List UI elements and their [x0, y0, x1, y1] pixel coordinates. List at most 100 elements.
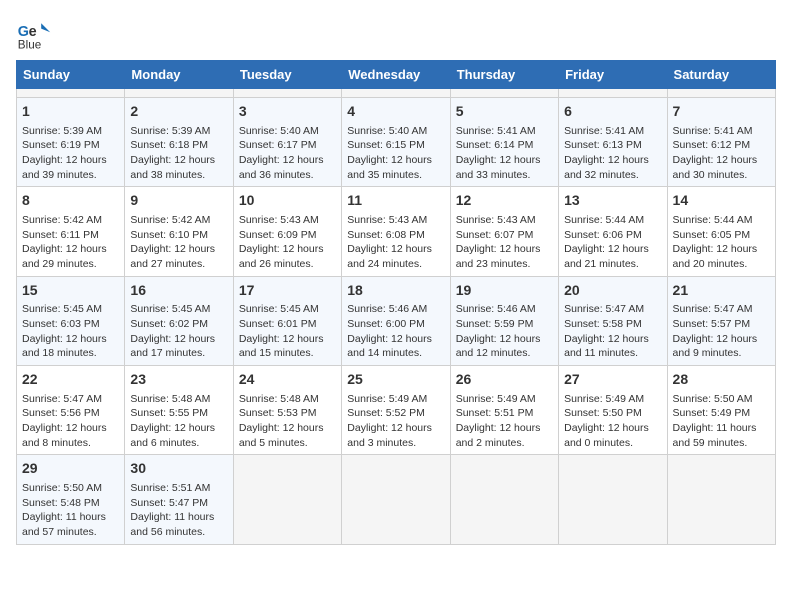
calendar-cell: 20Sunrise: 5:47 AMSunset: 5:58 PMDayligh…	[559, 276, 667, 365]
calendar-cell	[667, 89, 775, 98]
calendar-cell: 27Sunrise: 5:49 AMSunset: 5:50 PMDayligh…	[559, 366, 667, 455]
day-number: 24	[239, 370, 336, 390]
calendar-cell: 24 Sunrise: 5:48 AMSunset: 5:53 PMDayligh…	[233, 366, 341, 455]
calendar-cell	[233, 455, 341, 544]
day-number: 13	[564, 191, 661, 211]
calendar-header-row: SundayMondayTuesdayWednesdayThursdayFrid…	[17, 61, 776, 89]
calendar-cell: 5 Sunrise: 5:41 AMSunset: 6:14 PMDaylight…	[450, 98, 558, 187]
day-info: Sunrise: 5:48 AMSunset: 5:55 PMDaylight:…	[130, 393, 215, 449]
day-info: Sunrise: 5:41 AMSunset: 6:14 PMDaylight:…	[456, 125, 541, 181]
calendar-cell: 16Sunrise: 5:45 AMSunset: 6:02 PMDayligh…	[125, 276, 233, 365]
weekday-header: Saturday	[667, 61, 775, 89]
calendar-cell	[233, 89, 341, 98]
calendar-cell: 29 Sunrise: 5:50 AMSunset: 5:48 PMDayligh…	[17, 455, 125, 544]
day-info: Sunrise: 5:46 AMSunset: 5:59 PMDaylight:…	[456, 303, 541, 359]
day-info: Sunrise: 5:46 AMSunset: 6:00 PMDaylight:…	[347, 303, 432, 359]
calendar-cell	[667, 455, 775, 544]
day-info: Sunrise: 5:49 AMSunset: 5:51 PMDaylight:…	[456, 393, 541, 449]
calendar-cell	[125, 89, 233, 98]
calendar-cell: 23 Sunrise: 5:48 AMSunset: 5:55 PMDayligh…	[125, 366, 233, 455]
day-info: Sunrise: 5:48 AMSunset: 5:53 PMDaylight:…	[239, 393, 324, 449]
calendar-cell: 3Sunrise: 5:40 AMSunset: 6:17 PMDaylight…	[233, 98, 341, 187]
day-number: 22	[22, 370, 119, 390]
day-info: Sunrise: 5:47 AMSunset: 5:58 PMDaylight:…	[564, 303, 649, 359]
day-number: 23	[130, 370, 227, 390]
calendar-cell: 11 Sunrise: 5:43 AMSunset: 6:08 PMDayligh…	[342, 187, 450, 276]
logo-icon: G e Blue	[16, 16, 52, 52]
day-number: 27	[564, 370, 661, 390]
day-info: Sunrise: 5:49 AMSunset: 5:52 PMDaylight:…	[347, 393, 432, 449]
day-number: 9	[130, 191, 227, 211]
day-number: 7	[673, 102, 770, 122]
calendar-cell: 1Sunrise: 5:39 AMSunset: 6:19 PMDaylight…	[17, 98, 125, 187]
calendar-cell: 6 Sunrise: 5:41 AMSunset: 6:13 PMDaylight…	[559, 98, 667, 187]
day-number: 28	[673, 370, 770, 390]
day-info: Sunrise: 5:45 AMSunset: 6:02 PMDaylight:…	[130, 303, 215, 359]
weekday-header: Friday	[559, 61, 667, 89]
calendar-cell: 7 Sunrise: 5:41 AMSunset: 6:12 PMDaylight…	[667, 98, 775, 187]
day-info: Sunrise: 5:40 AMSunset: 6:15 PMDaylight:…	[347, 125, 432, 181]
weekday-header: Thursday	[450, 61, 558, 89]
calendar-week-row: 29 Sunrise: 5:50 AMSunset: 5:48 PMDayligh…	[17, 455, 776, 544]
calendar-week-row: 22Sunrise: 5:47 AMSunset: 5:56 PMDayligh…	[17, 366, 776, 455]
calendar-cell: 4 Sunrise: 5:40 AMSunset: 6:15 PMDaylight…	[342, 98, 450, 187]
calendar-week-row: 15Sunrise: 5:45 AMSunset: 6:03 PMDayligh…	[17, 276, 776, 365]
day-number: 14	[673, 191, 770, 211]
day-info: Sunrise: 5:44 AMSunset: 6:06 PMDaylight:…	[564, 214, 649, 270]
calendar-cell: 8 Sunrise: 5:42 AMSunset: 6:11 PMDaylight…	[17, 187, 125, 276]
weekday-header: Wednesday	[342, 61, 450, 89]
calendar-cell	[559, 455, 667, 544]
day-number: 8	[22, 191, 119, 211]
day-info: Sunrise: 5:43 AMSunset: 6:09 PMDaylight:…	[239, 214, 324, 270]
calendar-cell: 25 Sunrise: 5:49 AMSunset: 5:52 PMDayligh…	[342, 366, 450, 455]
calendar-cell	[342, 455, 450, 544]
day-info: Sunrise: 5:43 AMSunset: 6:08 PMDaylight:…	[347, 214, 432, 270]
calendar-cell	[342, 89, 450, 98]
logo: G e Blue	[16, 16, 58, 52]
svg-text:Blue: Blue	[18, 38, 41, 51]
day-info: Sunrise: 5:41 AMSunset: 6:12 PMDaylight:…	[673, 125, 758, 181]
day-number: 5	[456, 102, 553, 122]
day-number: 6	[564, 102, 661, 122]
calendar-cell: 22Sunrise: 5:47 AMSunset: 5:56 PMDayligh…	[17, 366, 125, 455]
calendar-cell	[450, 455, 558, 544]
calendar-cell	[450, 89, 558, 98]
weekday-header: Tuesday	[233, 61, 341, 89]
calendar-cell: 2Sunrise: 5:39 AMSunset: 6:18 PMDaylight…	[125, 98, 233, 187]
calendar-cell: 13 Sunrise: 5:44 AMSunset: 6:06 PMDayligh…	[559, 187, 667, 276]
day-number: 10	[239, 191, 336, 211]
svg-text:e: e	[29, 24, 37, 40]
calendar-cell: 18Sunrise: 5:46 AMSunset: 6:00 PMDayligh…	[342, 276, 450, 365]
calendar-cell: 28Sunrise: 5:50 AMSunset: 5:49 PMDayligh…	[667, 366, 775, 455]
weekday-header: Monday	[125, 61, 233, 89]
calendar-cell: 30Sunrise: 5:51 AMSunset: 5:47 PMDayligh…	[125, 455, 233, 544]
day-number: 18	[347, 281, 444, 301]
day-info: Sunrise: 5:42 AMSunset: 6:10 PMDaylight:…	[130, 214, 215, 270]
calendar-cell	[17, 89, 125, 98]
day-info: Sunrise: 5:47 AMSunset: 5:57 PMDaylight:…	[673, 303, 758, 359]
calendar-cell: 9 Sunrise: 5:42 AMSunset: 6:10 PMDaylight…	[125, 187, 233, 276]
day-number: 4	[347, 102, 444, 122]
day-number: 21	[673, 281, 770, 301]
day-info: Sunrise: 5:45 AMSunset: 6:03 PMDaylight:…	[22, 303, 107, 359]
day-number: 25	[347, 370, 444, 390]
svg-text:G: G	[18, 24, 29, 40]
day-number: 16	[130, 281, 227, 301]
day-info: Sunrise: 5:41 AMSunset: 6:13 PMDaylight:…	[564, 125, 649, 181]
day-info: Sunrise: 5:43 AMSunset: 6:07 PMDaylight:…	[456, 214, 541, 270]
day-number: 20	[564, 281, 661, 301]
calendar-cell: 19Sunrise: 5:46 AMSunset: 5:59 PMDayligh…	[450, 276, 558, 365]
day-number: 29	[22, 459, 119, 479]
calendar-week-row	[17, 89, 776, 98]
page-header: G e Blue	[16, 16, 776, 52]
day-number: 26	[456, 370, 553, 390]
calendar-cell: 26 Sunrise: 5:49 AMSunset: 5:51 PMDayligh…	[450, 366, 558, 455]
day-info: Sunrise: 5:39 AMSunset: 6:18 PMDaylight:…	[130, 125, 215, 181]
day-info: Sunrise: 5:45 AMSunset: 6:01 PMDaylight:…	[239, 303, 324, 359]
day-number: 15	[22, 281, 119, 301]
weekday-header: Sunday	[17, 61, 125, 89]
day-info: Sunrise: 5:50 AMSunset: 5:48 PMDaylight:…	[22, 482, 106, 538]
day-number: 30	[130, 459, 227, 479]
day-number: 11	[347, 191, 444, 211]
day-info: Sunrise: 5:42 AMSunset: 6:11 PMDaylight:…	[22, 214, 107, 270]
